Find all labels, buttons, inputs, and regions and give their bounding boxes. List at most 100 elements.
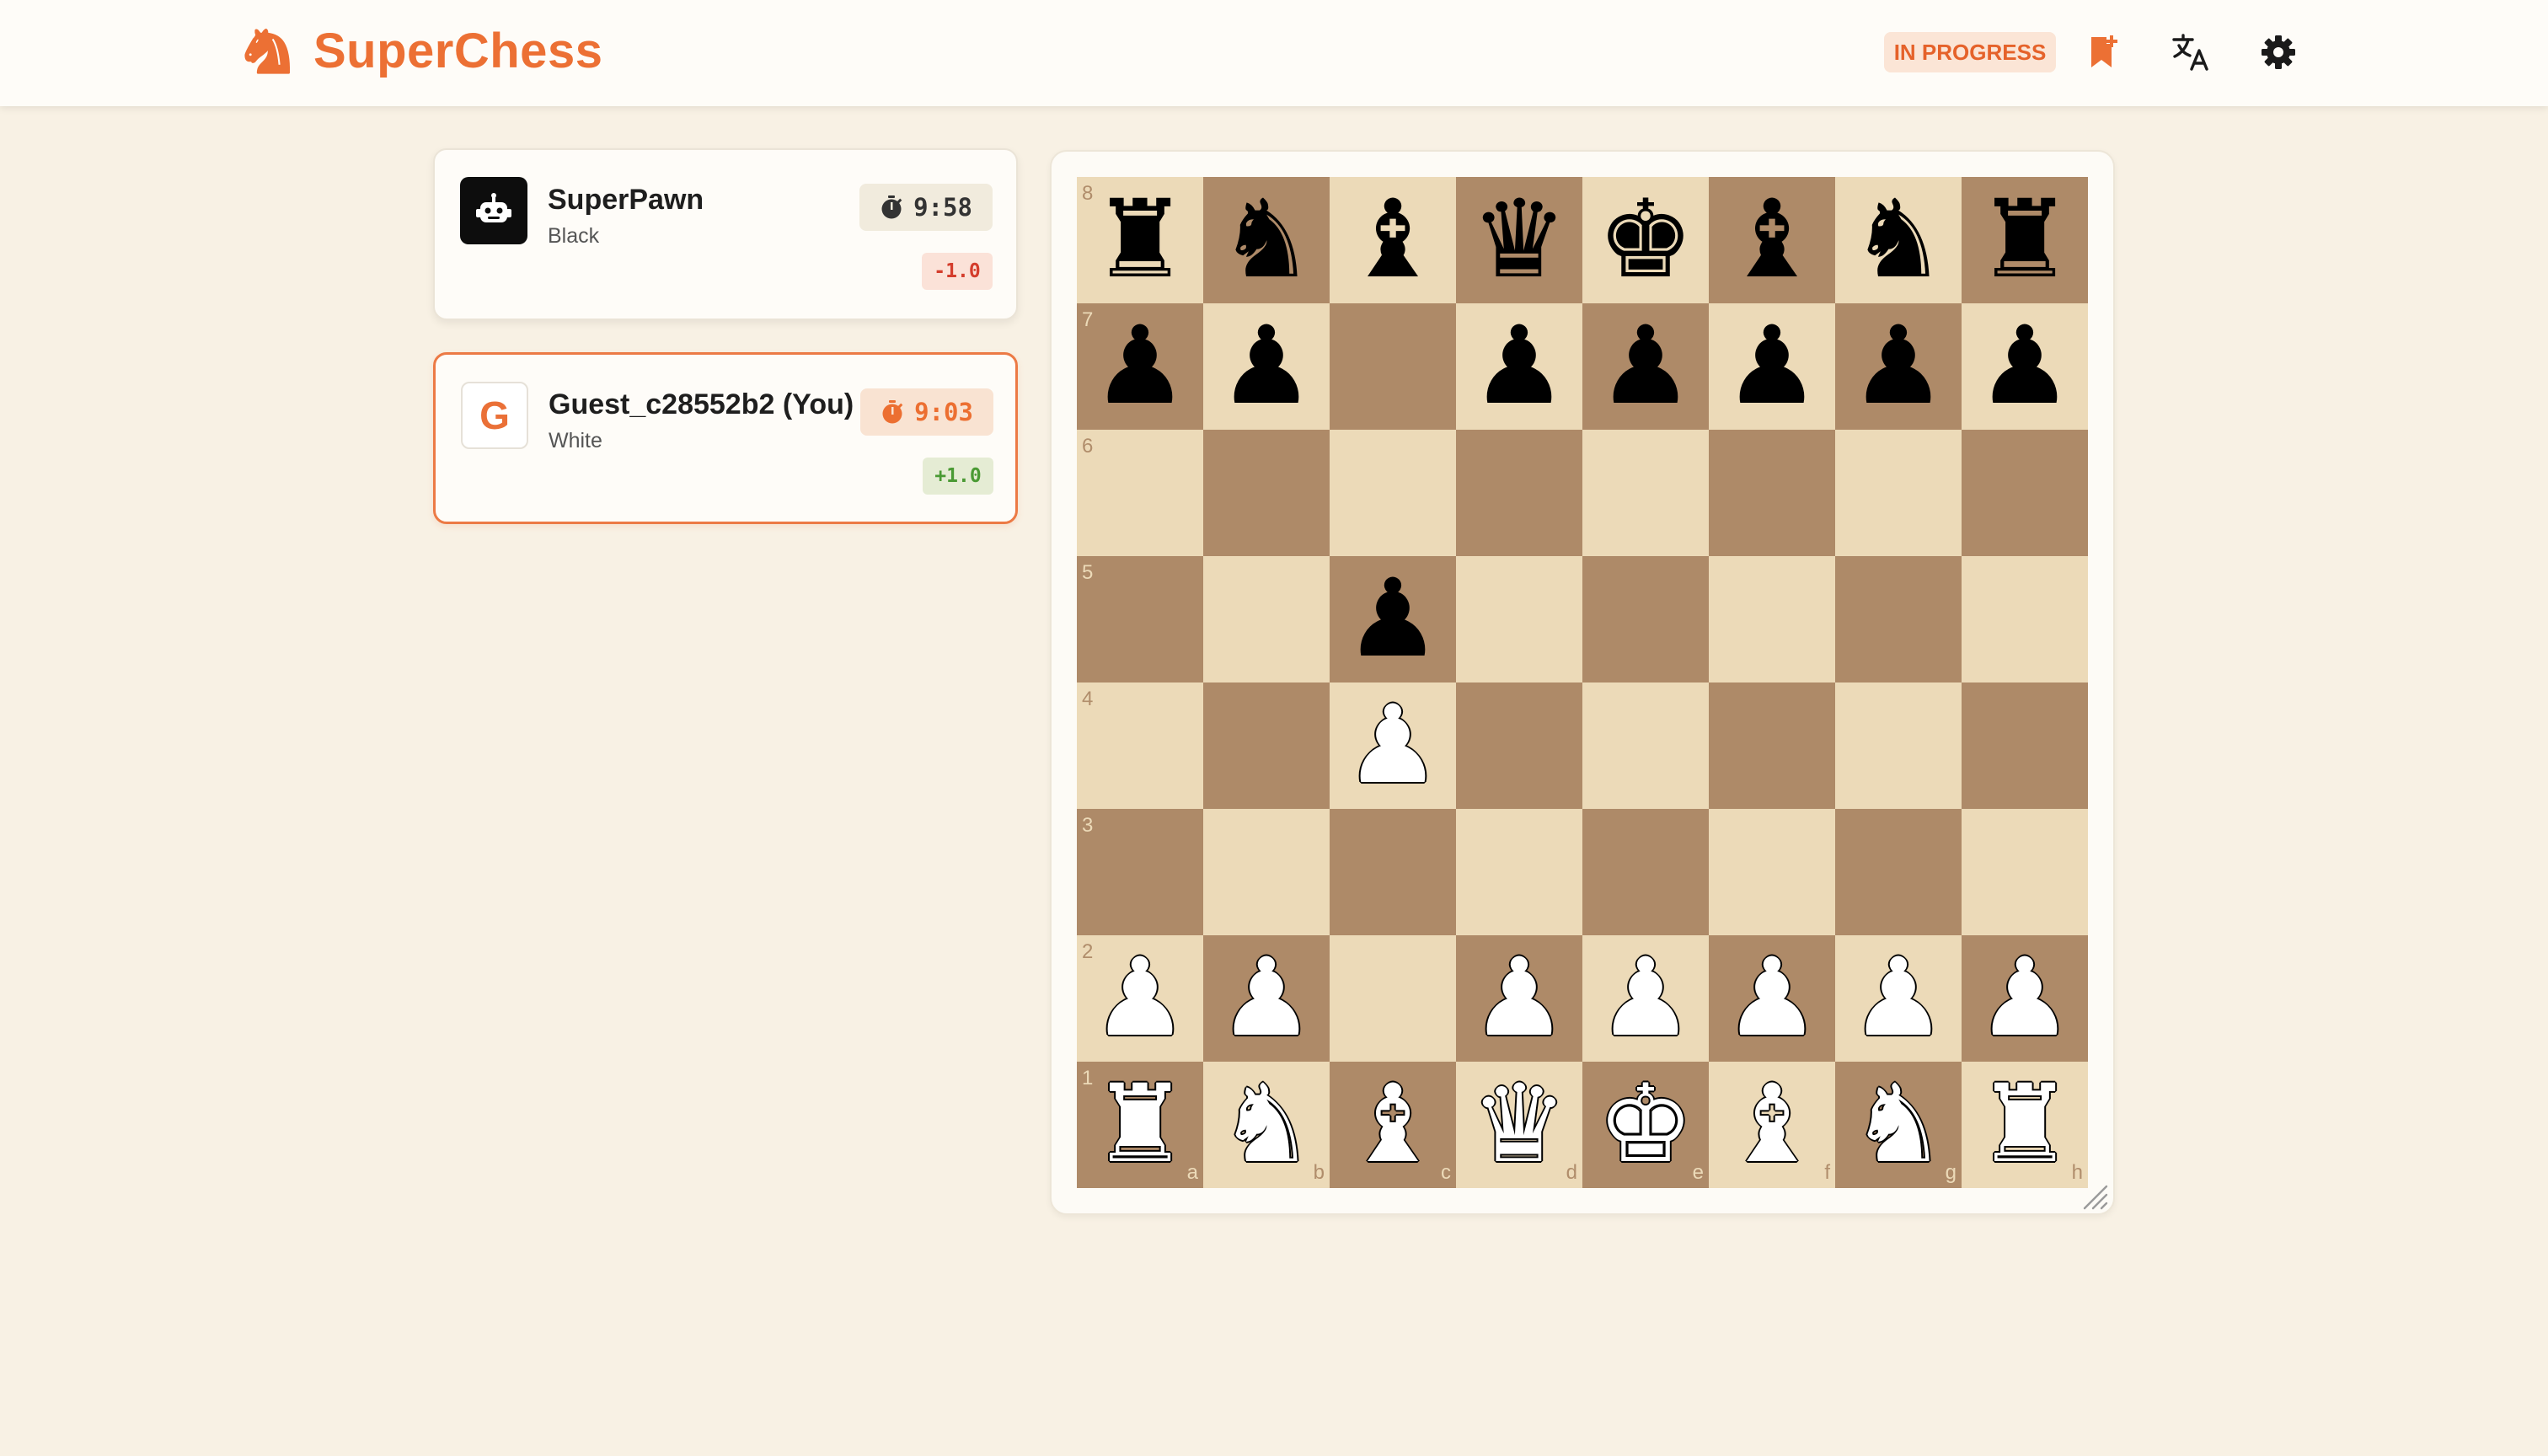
square-a3[interactable]: 3 [1077,809,1203,935]
square-g5[interactable] [1835,556,1962,682]
square-g4[interactable] [1835,682,1962,809]
white-pawn-piece[interactable]: ♟ [1203,935,1330,1062]
square-b5[interactable] [1203,556,1330,682]
square-a6[interactable]: 6 [1077,430,1203,556]
square-e4[interactable] [1582,682,1709,809]
square-b7[interactable]: ♟ [1203,303,1330,430]
square-f7[interactable]: ♟ [1709,303,1835,430]
white-pawn-piece[interactable]: ♟ [1962,935,2088,1062]
black-pawn-piece[interactable]: ♟ [1582,303,1709,430]
square-c5[interactable]: ♟ [1330,556,1456,682]
square-c1[interactable]: c ♝ [1330,1062,1456,1188]
square-f8[interactable]: ♝ [1709,177,1835,303]
square-c2[interactable] [1330,935,1456,1062]
white-pawn-piece[interactable]: ♟ [1582,935,1709,1062]
square-f6[interactable] [1709,430,1835,556]
white-bishop-piece[interactable]: ♝ [1330,1062,1456,1188]
square-g1[interactable]: g ♞ [1835,1062,1962,1188]
square-e8[interactable]: ♚ [1582,177,1709,303]
square-c4[interactable]: ♟ [1330,682,1456,809]
square-e5[interactable] [1582,556,1709,682]
black-pawn-piece[interactable]: ♟ [1456,303,1582,430]
square-f4[interactable] [1709,682,1835,809]
white-bishop-piece[interactable]: ♝ [1709,1062,1835,1188]
black-bishop-piece[interactable]: ♝ [1330,177,1456,303]
white-queen-piece[interactable]: ♛ [1456,1062,1582,1188]
square-b6[interactable] [1203,430,1330,556]
black-pawn-piece[interactable]: ♟ [1203,303,1330,430]
square-e6[interactable] [1582,430,1709,556]
resize-handle-icon[interactable] [2080,1181,2108,1210]
square-h3[interactable] [1962,809,2088,935]
chessboard[interactable]: 8 ♜ ♞ ♝ ♛ ♚ ♝ ♞ ♜ 7 ♟ ♟ ♟ ♟ ♟ ♟ ♟ 6 5 ♟ 4 ♟ 3 2 ♟ ♟ ♟ ♟ ♟ ♟ ♟ 1 a ♜ b ♞ c ♝ d ♛… [1077,177,2088,1188]
square-f1[interactable]: f ♝ [1709,1062,1835,1188]
square-c7[interactable] [1330,303,1456,430]
square-d4[interactable] [1456,682,1582,809]
square-b1[interactable]: b ♞ [1203,1062,1330,1188]
square-a1[interactable]: 1 a ♜ [1077,1062,1203,1188]
square-d7[interactable]: ♟ [1456,303,1582,430]
square-d2[interactable]: ♟ [1456,935,1582,1062]
square-b4[interactable] [1203,682,1330,809]
white-pawn-piece[interactable]: ♟ [1077,935,1203,1062]
black-knight-piece[interactable]: ♞ [1203,177,1330,303]
square-h4[interactable] [1962,682,2088,809]
white-pawn-piece[interactable]: ♟ [1456,935,1582,1062]
square-g2[interactable]: ♟ [1835,935,1962,1062]
square-h6[interactable] [1962,430,2088,556]
square-a5[interactable]: 5 [1077,556,1203,682]
square-c3[interactable] [1330,809,1456,935]
white-pawn-piece[interactable]: ♟ [1330,682,1456,809]
white-knight-piece[interactable]: ♞ [1835,1062,1962,1188]
square-h5[interactable] [1962,556,2088,682]
square-a8[interactable]: 8 ♜ [1077,177,1203,303]
white-rook-piece[interactable]: ♜ [1962,1062,2088,1188]
square-c8[interactable]: ♝ [1330,177,1456,303]
square-h8[interactable]: ♜ [1962,177,2088,303]
white-pawn-piece[interactable]: ♟ [1835,935,1962,1062]
square-b3[interactable] [1203,809,1330,935]
black-queen-piece[interactable]: ♛ [1456,177,1582,303]
square-d8[interactable]: ♛ [1456,177,1582,303]
black-pawn-piece[interactable]: ♟ [1077,303,1203,430]
black-knight-piece[interactable]: ♞ [1835,177,1962,303]
black-pawn-piece[interactable]: ♟ [1330,556,1456,682]
square-e2[interactable]: ♟ [1582,935,1709,1062]
square-a7[interactable]: 7 ♟ [1077,303,1203,430]
square-g8[interactable]: ♞ [1835,177,1962,303]
square-e7[interactable]: ♟ [1582,303,1709,430]
brand[interactable]: SuperChess [238,15,602,86]
square-e1[interactable]: e ♚ [1582,1062,1709,1188]
black-rook-piece[interactable]: ♜ [1077,177,1203,303]
square-f3[interactable] [1709,809,1835,935]
language-button[interactable] [2164,25,2218,79]
square-e3[interactable] [1582,809,1709,935]
square-d1[interactable]: d ♛ [1456,1062,1582,1188]
square-c6[interactable] [1330,430,1456,556]
bookmark-add-button[interactable] [2076,25,2130,79]
square-g6[interactable] [1835,430,1962,556]
square-d3[interactable] [1456,809,1582,935]
square-f5[interactable] [1709,556,1835,682]
black-pawn-piece[interactable]: ♟ [1835,303,1962,430]
square-a4[interactable]: 4 [1077,682,1203,809]
black-pawn-piece[interactable]: ♟ [1709,303,1835,430]
black-bishop-piece[interactable]: ♝ [1709,177,1835,303]
square-g7[interactable]: ♟ [1835,303,1962,430]
square-d5[interactable] [1456,556,1582,682]
black-rook-piece[interactable]: ♜ [1962,177,2088,303]
square-h1[interactable]: h ♜ [1962,1062,2088,1188]
square-g3[interactable] [1835,809,1962,935]
square-h2[interactable]: ♟ [1962,935,2088,1062]
black-pawn-piece[interactable]: ♟ [1962,303,2088,430]
white-knight-piece[interactable]: ♞ [1203,1062,1330,1188]
white-king-piece[interactable]: ♚ [1582,1062,1709,1188]
black-king-piece[interactable]: ♚ [1582,177,1709,303]
white-pawn-piece[interactable]: ♟ [1709,935,1835,1062]
square-f2[interactable]: ♟ [1709,935,1835,1062]
settings-button[interactable] [2251,25,2305,79]
square-a2[interactable]: 2 ♟ [1077,935,1203,1062]
square-b2[interactable]: ♟ [1203,935,1330,1062]
white-rook-piece[interactable]: ♜ [1077,1062,1203,1188]
square-h7[interactable]: ♟ [1962,303,2088,430]
